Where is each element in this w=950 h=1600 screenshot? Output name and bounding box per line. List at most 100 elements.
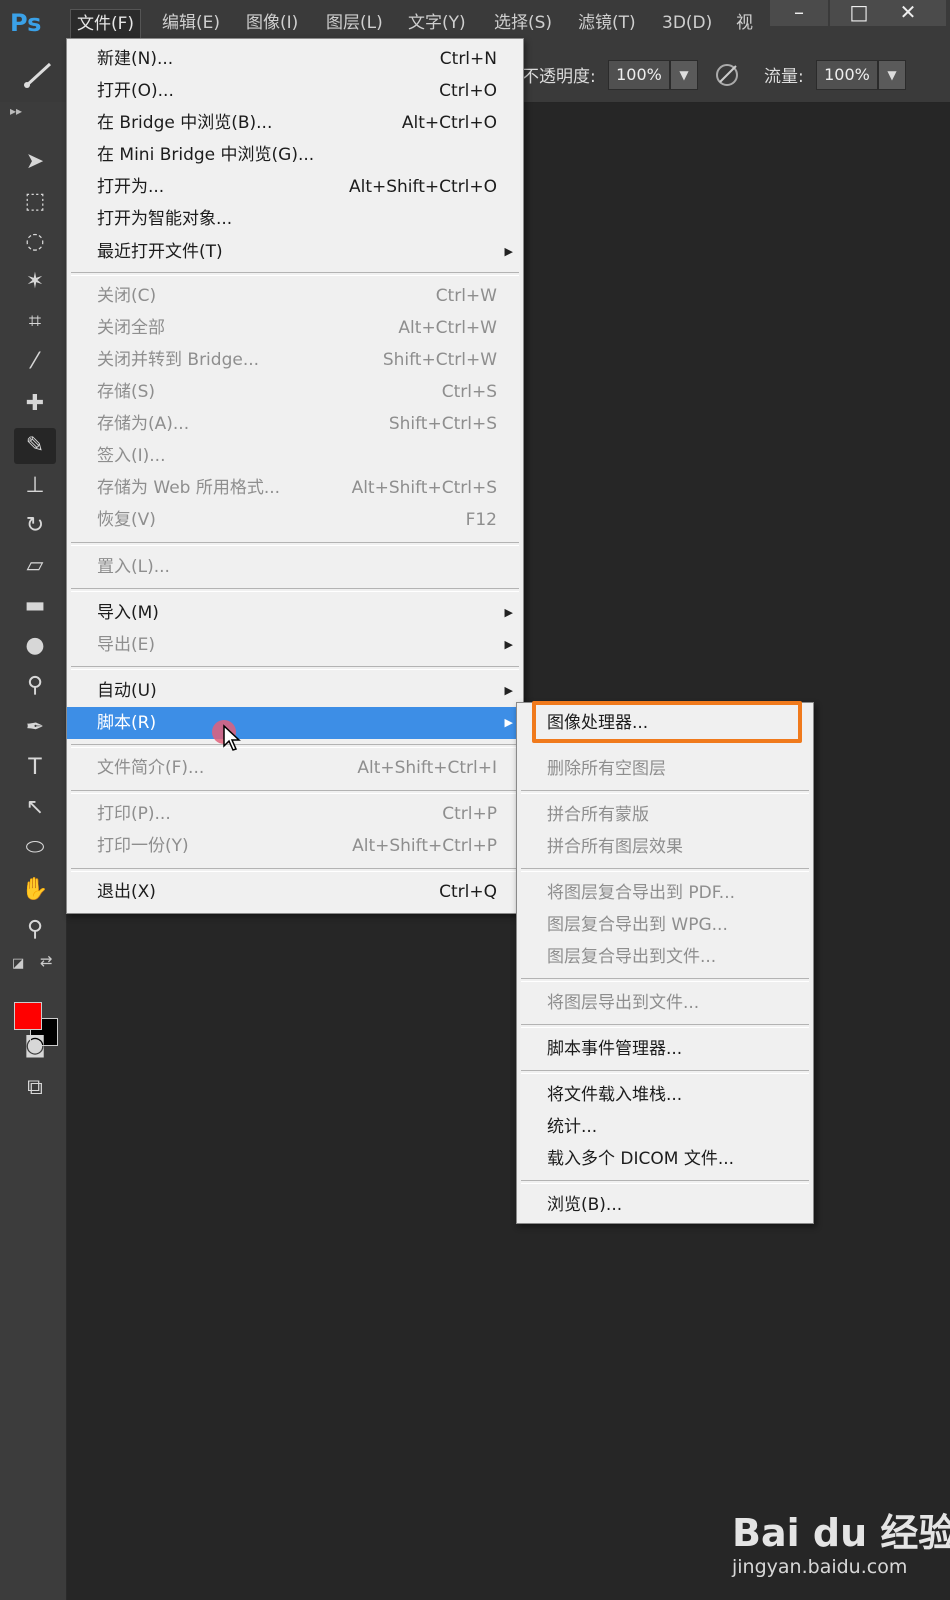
pen-tool-icon[interactable]: ✒: [14, 710, 56, 746]
eyedropper-tool-icon[interactable]: ⁄: [14, 344, 56, 380]
file-menu-item: 存储(S) Ctrl+S: [67, 376, 523, 408]
file-menu-item[interactable]: 新建(N)... Ctrl+N: [67, 43, 523, 75]
scripts-menu-item[interactable]: 载入多个 DICOM 文件...: [517, 1143, 813, 1175]
path-selection-tool-icon[interactable]: ↖: [14, 790, 56, 826]
submenu-arrow-icon: ▶: [504, 684, 513, 697]
menu-item-label: 图层复合导出到 WPG...: [547, 915, 728, 935]
menu-item-label: 导入(M): [97, 603, 159, 623]
file-menu-item: 文件简介(F)... Alt+Shift+Ctrl+I: [67, 752, 523, 784]
healing-brush-tool-icon[interactable]: ✚: [14, 386, 56, 422]
file-menu-item[interactable]: 打开(O)... Ctrl+O: [67, 75, 523, 107]
menu-item-shortcut: Alt+Shift+Ctrl+O: [348, 177, 497, 197]
screen-mode-icon[interactable]: ⧉: [14, 1070, 56, 1106]
watermark-url: jingyan.baidu.com: [732, 1556, 908, 1578]
scripts-menu-item[interactable]: 将文件载入堆栈...: [517, 1079, 813, 1111]
file-menu-item: 打印(P)... Ctrl+P: [67, 798, 523, 830]
close-window-button[interactable]: ✕: [870, 0, 946, 26]
history-brush-tool-icon[interactable]: ↻: [14, 508, 56, 544]
menu-item-label: 关闭并转到 Bridge...: [97, 350, 260, 370]
menu-item-label: 存储(S): [97, 382, 156, 402]
menu-item-label: 将图层导出到文件...: [547, 993, 700, 1013]
file-menu-item[interactable]: 退出(X) Ctrl+Q: [67, 876, 523, 908]
scripts-menu-item[interactable]: 脚本事件管理器...: [517, 1033, 813, 1065]
menu-item-label: 浏览(B)...: [547, 1195, 623, 1215]
pressure-opacity-icon[interactable]: [712, 60, 742, 90]
menu-item-label: 关闭全部: [97, 318, 165, 338]
menu-layer[interactable]: 图层(L): [320, 9, 389, 37]
opacity-dropdown-icon[interactable]: ▼: [670, 60, 698, 90]
menu-separator: [521, 1024, 809, 1028]
file-menu-item: 签入(I)...: [67, 440, 523, 472]
menu-separator: [71, 272, 519, 276]
menu-separator: [521, 790, 809, 794]
type-tool-icon[interactable]: T: [14, 750, 56, 786]
menu-item-label: 脚本(R): [97, 713, 157, 733]
gradient-tool-icon[interactable]: ▬: [14, 588, 56, 624]
flow-field[interactable]: 100%: [816, 60, 878, 90]
menu-item-label: 恢复(V): [97, 510, 156, 530]
blur-tool-icon[interactable]: ●: [14, 628, 56, 664]
crop-tool-icon[interactable]: ⌗: [14, 304, 56, 340]
scripts-menu-item[interactable]: 浏览(B)...: [517, 1189, 813, 1221]
submenu-arrow-icon: ▶: [504, 606, 513, 619]
menu-item-label: 在 Mini Bridge 中浏览(G)...: [97, 145, 315, 165]
lasso-tool-icon[interactable]: ◌: [14, 224, 56, 260]
opacity-field[interactable]: 100%: [608, 60, 670, 90]
file-menu-item[interactable]: 脚本(R) ▶: [67, 707, 523, 739]
zoom-tool-icon[interactable]: ⚲: [14, 912, 56, 948]
scripts-menu-item: 拼合所有图层效果: [517, 831, 813, 863]
file-menu-item[interactable]: 打开为智能对象...: [67, 203, 523, 235]
file-menu-item[interactable]: 打开为... Alt+Shift+Ctrl+O: [67, 171, 523, 203]
file-menu-item[interactable]: 在 Mini Bridge 中浏览(G)...: [67, 139, 523, 171]
scripts-submenu: 图像处理器... 删除所有空图层 拼合所有蒙版 拼合所有图层效果 将图层复合导出到 PD…: [516, 702, 814, 1224]
menu-filter[interactable]: 滤镜(T): [572, 9, 642, 37]
menu-edit[interactable]: 编辑(E): [156, 9, 226, 37]
menu-item-shortcut: F12: [465, 510, 497, 530]
quick-mask-icon[interactable]: ◙: [14, 1028, 56, 1064]
menu-file[interactable]: 文件(F): [70, 9, 142, 38]
menu-separator: [71, 790, 519, 794]
file-menu-item[interactable]: 最近打开文件(T) ▶: [67, 236, 523, 268]
dodge-tool-icon[interactable]: ⚲: [14, 668, 56, 704]
brush-preset-icon[interactable]: [20, 60, 60, 90]
menu-separator: [71, 666, 519, 670]
annotation-highlight-box: [532, 701, 802, 743]
foreground-color-swatch[interactable]: [14, 1002, 42, 1030]
menu-separator: [521, 1070, 809, 1074]
menu-select[interactable]: 选择(S): [488, 9, 558, 37]
swap-colors-icon[interactable]: ⇄: [40, 952, 53, 970]
clone-stamp-tool-icon[interactable]: ⊥: [14, 468, 56, 504]
menu-type[interactable]: 文字(Y): [402, 9, 472, 37]
file-menu-item[interactable]: 自动(U) ▶: [67, 675, 523, 707]
menu-image[interactable]: 图像(I): [240, 9, 304, 37]
magic-wand-tool-icon[interactable]: ✶: [14, 264, 56, 300]
file-menu-item[interactable]: 导入(M) ▶: [67, 597, 523, 629]
flow-dropdown-icon[interactable]: ▼: [878, 60, 906, 90]
menu-item-shortcut: Alt+Shift+Ctrl+P: [352, 836, 497, 856]
file-menu-item[interactable]: 在 Bridge 中浏览(B)... Alt+Ctrl+O: [67, 107, 523, 139]
scripts-menu-item: 拼合所有蒙版: [517, 799, 813, 831]
marquee-tool-icon[interactable]: ⬚: [14, 184, 56, 220]
menu-3d[interactable]: 3D(D): [656, 9, 718, 37]
ellipse-tool-icon[interactable]: ⬭: [14, 830, 56, 866]
menu-item-label: 统计...: [547, 1117, 598, 1137]
hand-tool-icon[interactable]: ✋: [14, 872, 56, 908]
move-tool-icon[interactable]: ➤: [14, 144, 56, 180]
file-menu: 新建(N)... Ctrl+N 打开(O)... Ctrl+O 在 Bridge 中浏览…: [66, 38, 524, 914]
menu-item-shortcut: Ctrl+P: [442, 804, 497, 824]
menu-view[interactable]: 视: [730, 9, 759, 37]
menu-item-label: 删除所有空图层: [547, 759, 666, 779]
photoshop-logo: Ps: [10, 9, 42, 37]
panel-collapse-icon[interactable]: ▸▸: [10, 104, 22, 118]
submenu-arrow-icon: ▶: [504, 716, 513, 729]
menu-item-label: 拼合所有蒙版: [547, 805, 649, 825]
menu-separator: [71, 868, 519, 872]
minimize-button[interactable]: –: [770, 0, 828, 26]
brush-tool-icon[interactable]: ✎: [14, 428, 56, 464]
scripts-menu-item: 将图层导出到文件...: [517, 987, 813, 1019]
default-colors-icon[interactable]: ◪: [12, 956, 24, 971]
menu-item-label: 脚本事件管理器...: [547, 1039, 683, 1059]
scripts-menu-item[interactable]: 统计...: [517, 1111, 813, 1143]
eraser-tool-icon[interactable]: ▱: [14, 548, 56, 584]
menu-item-label: 退出(X): [97, 882, 156, 902]
